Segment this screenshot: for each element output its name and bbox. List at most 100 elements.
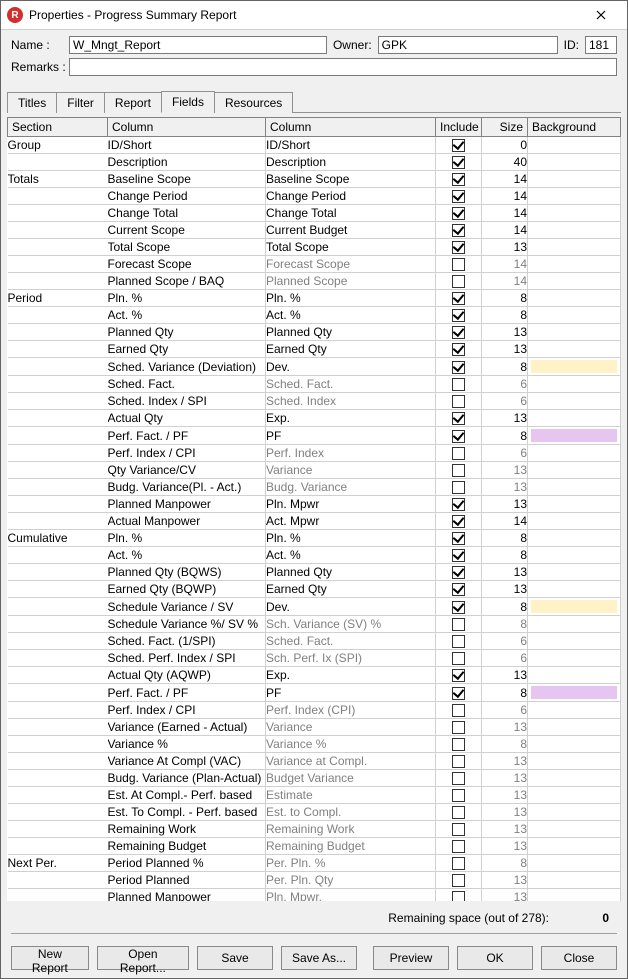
background-cell[interactable] [528, 804, 621, 821]
column-value-cell[interactable]: Exp. [266, 667, 436, 684]
table-row[interactable]: Sched. Index / SPISched. Index6 [8, 393, 621, 410]
table-row[interactable]: Earned Qty (BQWP)Earned Qty13 [8, 581, 621, 598]
include-checkbox[interactable] [452, 583, 465, 596]
table-row[interactable]: Qty Variance/CVVariance13 [8, 462, 621, 479]
background-cell[interactable] [528, 256, 621, 273]
size-cell[interactable]: 6 [482, 445, 528, 462]
size-cell[interactable]: 8 [482, 358, 528, 376]
background-cell[interactable] [528, 547, 621, 564]
size-cell[interactable]: 13 [482, 479, 528, 496]
include-cell[interactable] [436, 273, 482, 290]
save-button[interactable]: Save [197, 946, 273, 970]
size-cell[interactable]: 13 [482, 821, 528, 838]
include-checkbox[interactable] [452, 704, 465, 717]
include-checkbox[interactable] [452, 874, 465, 887]
background-cell[interactable] [528, 462, 621, 479]
column-value-cell[interactable]: Pln. Mpwr. [266, 889, 436, 902]
include-checkbox[interactable] [452, 652, 465, 665]
column-value-cell[interactable]: Baseline Scope [266, 171, 436, 188]
size-cell[interactable]: 13 [482, 804, 528, 821]
include-cell[interactable] [436, 547, 482, 564]
size-cell[interactable]: 14 [482, 513, 528, 530]
include-cell[interactable] [436, 256, 482, 273]
include-cell[interactable] [436, 222, 482, 239]
include-checkbox[interactable] [452, 772, 465, 785]
size-cell[interactable]: 14 [482, 222, 528, 239]
size-cell[interactable]: 13 [482, 787, 528, 804]
table-row[interactable]: GroupID/ShortID/Short0 [8, 137, 621, 154]
size-cell[interactable]: 13 [482, 838, 528, 855]
include-checkbox[interactable] [452, 258, 465, 271]
size-cell[interactable]: 14 [482, 188, 528, 205]
table-row[interactable]: DescriptionDescription40 [8, 154, 621, 171]
include-checkbox[interactable] [452, 515, 465, 528]
column-value-cell[interactable]: Change Period [266, 188, 436, 205]
table-row[interactable]: Variance %Variance %8 [8, 736, 621, 753]
size-cell[interactable]: 13 [482, 581, 528, 598]
table-row[interactable]: Act. %Act. %8 [8, 547, 621, 564]
size-cell[interactable]: 13 [482, 462, 528, 479]
table-row[interactable]: Change PeriodChange Period14 [8, 188, 621, 205]
size-cell[interactable]: 13 [482, 872, 528, 889]
background-cell[interactable] [528, 137, 621, 154]
table-row[interactable]: Planned QtyPlanned Qty13 [8, 324, 621, 341]
include-checkbox[interactable] [452, 549, 465, 562]
table-row[interactable]: Actual Qty (AQWP)Exp.13 [8, 667, 621, 684]
save-as-button[interactable]: Save As... [281, 946, 357, 970]
include-cell[interactable] [436, 324, 482, 341]
table-row[interactable]: Change TotalChange Total14 [8, 205, 621, 222]
column-value-cell[interactable]: Variance % [266, 736, 436, 753]
include-checkbox[interactable] [452, 447, 465, 460]
background-cell[interactable] [528, 445, 621, 462]
size-cell[interactable]: 8 [482, 427, 528, 445]
include-checkbox[interactable] [452, 687, 465, 700]
size-cell[interactable]: 8 [482, 855, 528, 872]
background-cell[interactable] [528, 205, 621, 222]
column-value-cell[interactable]: Variance at Compl. [266, 753, 436, 770]
table-row[interactable]: Perf. Fact. / PFPF8 [8, 427, 621, 445]
remarks-field[interactable] [69, 58, 617, 76]
size-cell[interactable]: 8 [482, 616, 528, 633]
background-cell[interactable] [528, 496, 621, 513]
column-value-cell[interactable]: Dev. [266, 358, 436, 376]
column-value-cell[interactable]: Remaining Work [266, 821, 436, 838]
table-row[interactable]: Actual QtyExp.13 [8, 410, 621, 427]
size-cell[interactable]: 13 [482, 667, 528, 684]
size-cell[interactable]: 8 [482, 530, 528, 547]
size-cell[interactable]: 6 [482, 393, 528, 410]
size-cell[interactable]: 8 [482, 547, 528, 564]
size-cell[interactable]: 0 [482, 137, 528, 154]
background-cell[interactable] [528, 889, 621, 902]
col-header-include[interactable]: Include [436, 118, 482, 137]
col-header-column2[interactable]: Column [266, 118, 436, 137]
table-row[interactable]: Perf. Fact. / PFPF8 [8, 684, 621, 702]
column-value-cell[interactable]: Act. % [266, 307, 436, 324]
table-row[interactable]: Variance At Compl (VAC)Variance at Compl… [8, 753, 621, 770]
column-value-cell[interactable]: Pln. % [266, 290, 436, 307]
background-cell[interactable] [528, 171, 621, 188]
column-value-cell[interactable]: Exp. [266, 410, 436, 427]
column-value-cell[interactable]: Perf. Index (CPI) [266, 702, 436, 719]
background-cell[interactable] [528, 872, 621, 889]
background-cell[interactable] [528, 273, 621, 290]
col-header-section[interactable]: Section [8, 118, 108, 137]
name-field[interactable] [69, 36, 327, 54]
owner-field[interactable] [378, 36, 558, 54]
background-cell[interactable] [528, 479, 621, 496]
background-cell[interactable] [528, 530, 621, 547]
preview-button[interactable]: Preview [373, 946, 449, 970]
col-header-column[interactable]: Column [108, 118, 266, 137]
table-row[interactable]: Act. %Act. %8 [8, 307, 621, 324]
include-checkbox[interactable] [452, 464, 465, 477]
table-row[interactable]: Budg. Variance (Plan-Actual)Budget Varia… [8, 770, 621, 787]
include-checkbox[interactable] [452, 857, 465, 870]
include-checkbox[interactable] [452, 292, 465, 305]
id-field[interactable] [585, 36, 617, 54]
background-cell[interactable] [528, 376, 621, 393]
include-checkbox[interactable] [452, 481, 465, 494]
size-cell[interactable]: 14 [482, 205, 528, 222]
include-cell[interactable] [436, 598, 482, 616]
column-value-cell[interactable]: Act. Mpwr [266, 513, 436, 530]
background-cell[interactable] [528, 684, 621, 702]
size-cell[interactable]: 13 [482, 770, 528, 787]
